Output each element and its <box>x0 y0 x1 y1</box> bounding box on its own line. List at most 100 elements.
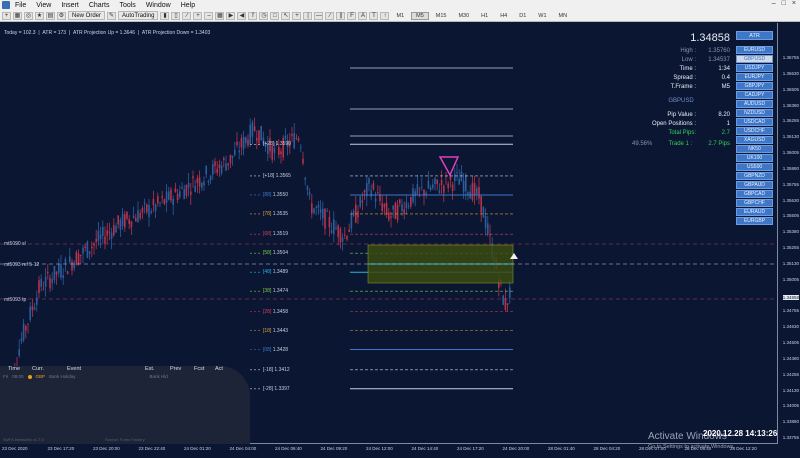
level-price: 1.3443 <box>271 327 289 334</box>
symbol-button[interactable]: NZDUSD <box>736 109 773 117</box>
menu-insert[interactable]: Insert <box>56 2 84 9</box>
candle-body <box>196 177 199 184</box>
candle-body <box>401 204 403 212</box>
restore-icon[interactable]: □ <box>782 0 786 7</box>
tf-m15[interactable]: M15 <box>431 12 452 20</box>
autotrading-button[interactable]: AutoTrading <box>118 11 159 20</box>
arrows-icon[interactable]: ↑ <box>380 11 390 20</box>
symbol-button[interactable]: AUDUSD <box>736 100 773 108</box>
candle-body <box>297 138 300 141</box>
text-icon[interactable]: A <box>358 11 368 20</box>
symbol-button[interactable]: US500 <box>736 163 773 171</box>
symbol-button[interactable]: UK100 <box>736 154 773 162</box>
tile-icon[interactable]: ▦ <box>215 11 225 20</box>
channel-icon[interactable]: ∥ <box>336 11 346 20</box>
symbol-button[interactable]: CADJPY <box>736 91 773 99</box>
hline-icon[interactable]: — <box>314 11 324 20</box>
candle-body <box>330 230 333 233</box>
candle-body <box>300 146 302 148</box>
symbol-button[interactable]: GBPNZD <box>736 172 773 180</box>
news-row[interactable]: Fri 09:00 GBP Bank Holiday Bank Hld <box>3 374 168 379</box>
new-order-button[interactable]: New Order <box>68 11 106 20</box>
menu-view[interactable]: View <box>31 2 56 9</box>
autoscroll-icon[interactable]: ▶ <box>226 11 236 20</box>
tframe-label: T.Frame : <box>670 83 696 90</box>
app-logo-icon <box>2 1 10 9</box>
profiles-icon[interactable]: ▦ <box>13 11 22 20</box>
candle-chart-icon[interactable]: ▯ <box>171 11 181 20</box>
atr-button[interactable]: ATR <box>736 31 773 40</box>
symbol-button[interactable]: NK50 <box>736 145 773 153</box>
new-chart-icon[interactable]: + <box>2 11 11 20</box>
symbol-button[interactable]: GBPUSD <box>736 55 773 63</box>
market-watch-icon[interactable]: ◎ <box>24 11 33 20</box>
fibo-icon[interactable]: F <box>347 11 357 20</box>
candle-body <box>231 155 234 158</box>
tf-h1[interactable]: H1 <box>476 12 493 20</box>
bar-chart-icon[interactable]: ▮ <box>160 11 170 20</box>
menu-tools[interactable]: Tools <box>114 2 140 9</box>
templates-icon[interactable]: □ <box>270 11 280 20</box>
cursor-icon[interactable]: ↖ <box>281 11 291 20</box>
menu-file[interactable]: File <box>10 2 31 9</box>
symbol-button[interactable]: EURGBP <box>736 217 773 225</box>
candle-body <box>117 215 119 225</box>
label-icon[interactable]: T <box>369 11 379 20</box>
tf-w1[interactable]: W1 <box>533 12 551 20</box>
tester-icon[interactable]: ⚙ <box>57 11 66 20</box>
candle-body <box>176 193 179 201</box>
indicators-icon[interactable]: f <box>248 11 258 20</box>
tf-mn[interactable]: MN <box>554 12 573 20</box>
line-chart-icon[interactable]: ∕ <box>182 11 192 20</box>
candle-body <box>71 261 73 271</box>
news-time: 09:00 <box>12 374 24 379</box>
chart-shift-icon[interactable]: ◀ <box>237 11 247 20</box>
menu-charts[interactable]: Charts <box>84 2 115 9</box>
candle-body <box>245 137 247 144</box>
level-price: 1.3412 <box>273 366 290 373</box>
zoom-out-icon[interactable]: – <box>204 11 214 20</box>
tf-m30[interactable]: M30 <box>453 12 474 20</box>
symbol-button[interactable]: USDJPY <box>736 64 773 72</box>
minimize-icon[interactable]: – <box>772 0 776 7</box>
candle-body <box>251 122 254 137</box>
trendline-icon[interactable]: ∕ <box>325 11 335 20</box>
symbol-button[interactable]: GBPCHF <box>736 199 773 207</box>
activate-windows-sub: Go to Settings to activate Windows. <box>648 444 735 450</box>
crosshair-icon[interactable]: + <box>292 11 302 20</box>
time-value: 1:34 <box>718 65 730 72</box>
symbol-button[interactable]: EURUSD <box>736 46 773 54</box>
candle-body <box>302 158 304 164</box>
editor-icon[interactable]: ✎ <box>107 11 117 20</box>
atr-level: [88] 1.3550 <box>263 192 288 198</box>
tf-d1[interactable]: D1 <box>514 12 531 20</box>
symbol-button[interactable]: XAGUSD <box>736 136 773 144</box>
periods-icon[interactable]: ◷ <box>259 11 269 20</box>
candle-body <box>58 264 60 273</box>
terminal-icon[interactable]: ▤ <box>46 11 55 20</box>
price-axis[interactable]: 1.36755 1.36630 1.36505 1.36380 1.36255 1.361… <box>777 23 800 444</box>
symbol-button[interactable]: GBPAUD <box>736 181 773 189</box>
candle-body <box>359 196 361 207</box>
zoom-in-icon[interactable]: + <box>193 11 203 20</box>
menu-window[interactable]: Window <box>141 2 176 9</box>
symbol-button[interactable]: EURJPY <box>736 73 773 81</box>
symbol-button[interactable]: GBPJPY <box>736 82 773 90</box>
candle-body <box>405 202 408 209</box>
navigator-icon[interactable]: ★ <box>35 11 44 20</box>
price-tick: 1.35380 <box>782 229 799 235</box>
news-header-curr: Curr. <box>32 366 44 372</box>
trade-label: Trade 1 : <box>668 140 693 147</box>
symbol-button[interactable]: GBPCAD <box>736 190 773 198</box>
menu-help[interactable]: Help <box>176 2 200 9</box>
close-icon[interactable]: × <box>792 0 796 7</box>
tf-h4[interactable]: H4 <box>495 12 512 20</box>
candle-body <box>326 210 328 212</box>
time-tick: 28 Dec 04:20 <box>593 446 621 451</box>
symbol-button[interactable]: USDCAD <box>736 118 773 126</box>
tf-m1[interactable]: M1 <box>391 12 409 20</box>
symbol-button[interactable]: EURAUD <box>736 208 773 216</box>
tf-m5[interactable]: M5 <box>411 11 429 20</box>
symbol-button[interactable]: USDCHF <box>736 127 773 135</box>
vline-icon[interactable]: | <box>303 11 313 20</box>
